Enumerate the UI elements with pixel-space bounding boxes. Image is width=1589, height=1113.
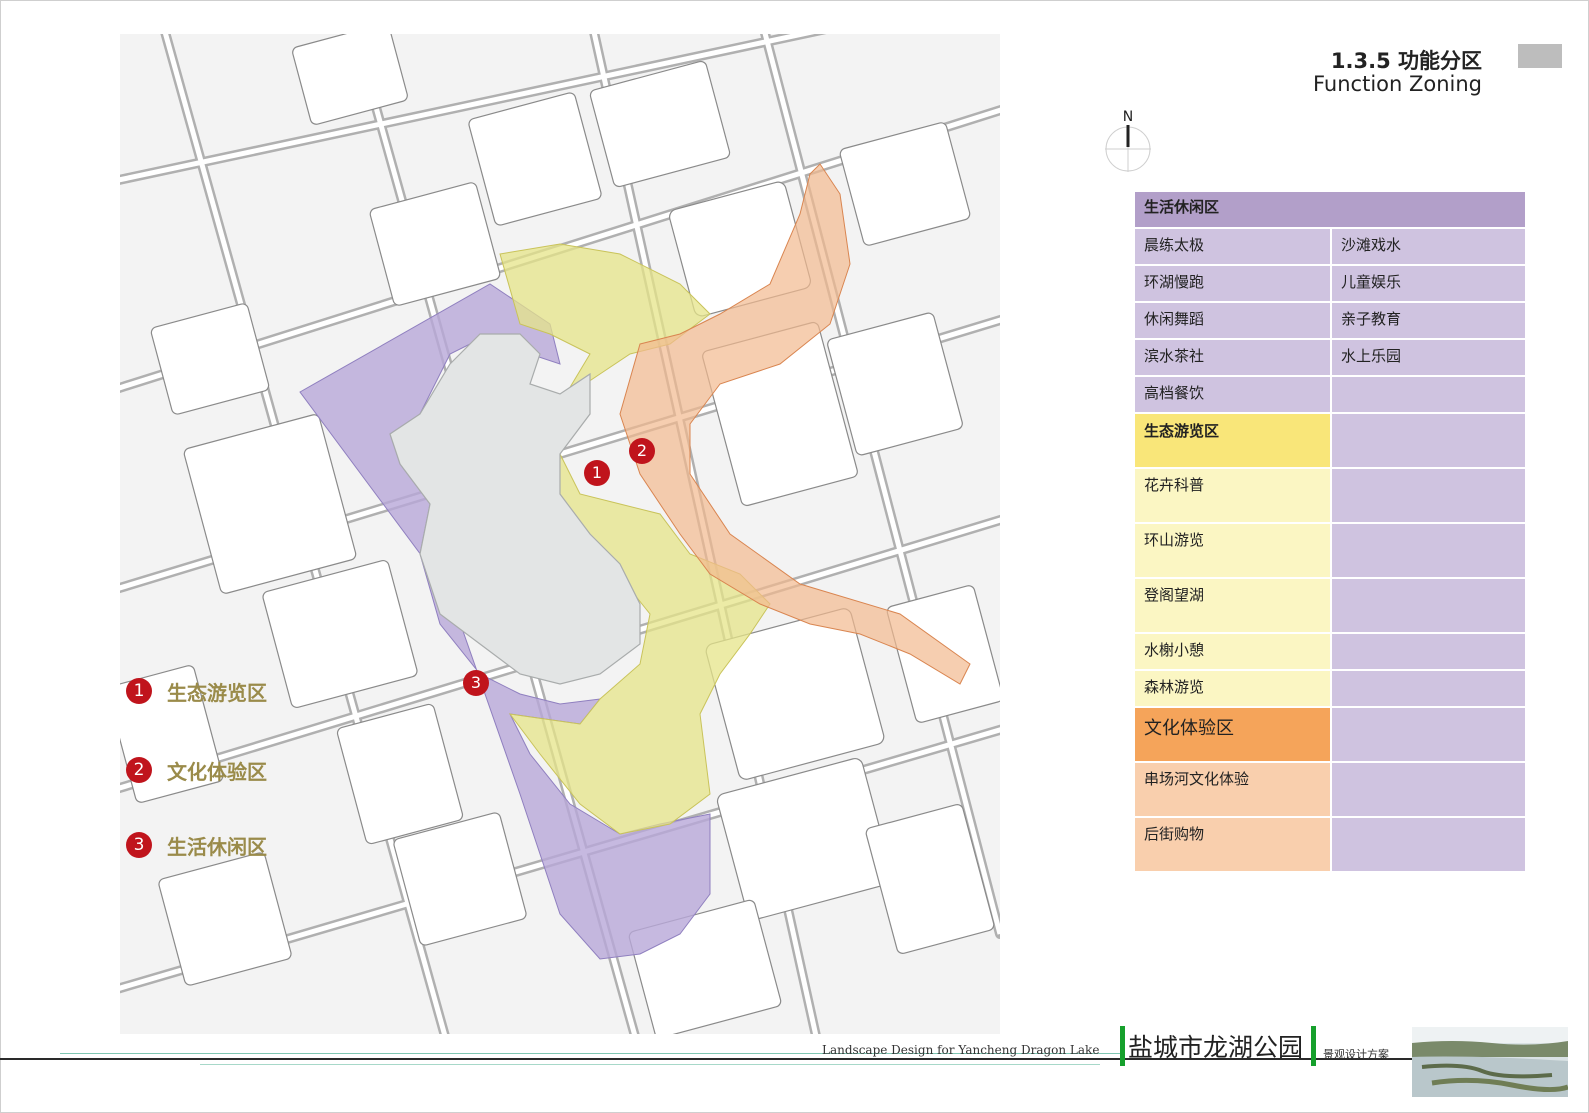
zone-item: 森林游览 [1135, 670, 1332, 708]
map-marker-1[interactable]: 1 [584, 460, 610, 486]
zone-item: 休闲舞蹈 [1135, 302, 1332, 340]
zone-item: 后街购物 [1135, 817, 1332, 873]
footer-accent-bar [1311, 1026, 1316, 1066]
zone-empty-cell [1331, 670, 1525, 708]
zone-empty-cell [1331, 578, 1525, 634]
zone-item: 环山游览 [1135, 523, 1332, 579]
ecological-header: 生态游览区 [1135, 413, 1332, 469]
north-label: N [1123, 109, 1133, 125]
zone-empty-cell [1331, 468, 1525, 524]
map-marker-3[interactable]: 3 [463, 670, 489, 696]
zone-empty-cell [1331, 413, 1525, 469]
zone-empty-cell [1331, 707, 1525, 763]
zone-item: 登阁望湖 [1135, 578, 1332, 634]
zone-item: 儿童娱乐 [1331, 265, 1525, 303]
zone-empty-cell [1331, 817, 1525, 873]
legend-label: 生态游览区 [167, 681, 267, 705]
zone-empty-cell [1331, 376, 1525, 414]
zone-empty-cell [1331, 633, 1525, 671]
map-marker-2[interactable]: 2 [629, 438, 655, 464]
zone-item: 亲子教育 [1331, 302, 1525, 340]
zone-item: 环湖慢跑 [1135, 265, 1332, 303]
wetland-photo [1412, 1027, 1568, 1097]
map-canvas [120, 34, 1000, 1034]
zone-item: 水榭小憩 [1135, 633, 1332, 671]
site-plan-map [120, 34, 1000, 1034]
section-title-en: Function Zoning [1312, 72, 1482, 96]
cultural-header: 文化体验区 [1135, 707, 1332, 763]
footer-accent-bar [1120, 1026, 1125, 1066]
residential-header: 生活休闲区 [1135, 192, 1525, 229]
legend-label: 文化体验区 [167, 760, 267, 784]
footer-project-en: Landscape Design for Yancheng Dragon Lak… [822, 1043, 1100, 1057]
footer-rule [200, 1064, 1100, 1065]
zone-empty-cell [1331, 762, 1525, 818]
title-decoration-block [1518, 44, 1562, 68]
legend-number: 2 [126, 757, 152, 783]
north-arrow-icon: N [1105, 109, 1151, 172]
zone-item: 串场河文化体验 [1135, 762, 1332, 818]
zone-item: 滨水茶社 [1135, 339, 1332, 377]
zone-item: 沙滩戏水 [1331, 228, 1525, 266]
zone-item: 花卉科普 [1135, 468, 1332, 524]
legend-number: 1 [126, 678, 152, 704]
zone-item: 晨练太极 [1135, 228, 1332, 266]
zone-table: 生活休闲区 晨练太极 沙滩戏水 环湖慢跑 儿童娱乐 休闲舞蹈 亲子教育 滨水茶社… [1135, 192, 1525, 873]
zone-item: 高档餐饮 [1135, 376, 1332, 414]
zone-item: 水上乐园 [1331, 339, 1525, 377]
footer-project-cn: 盐城市龙湖公园 [1128, 1033, 1304, 1062]
zone-empty-cell [1331, 523, 1525, 579]
legend-label: 生活休闲区 [167, 835, 267, 859]
footer-subtitle: 景观设计方案 [1323, 1048, 1389, 1061]
legend-number: 3 [126, 832, 152, 858]
section-title-cn: 1.3.5 功能分区 [1330, 49, 1482, 73]
